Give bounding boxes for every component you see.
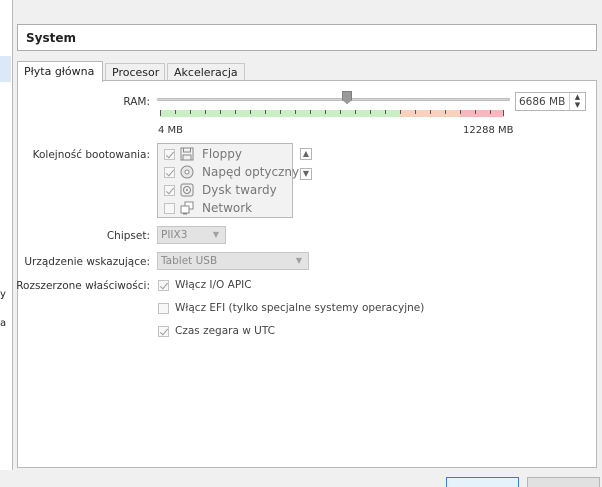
tab-acceleration[interactable]: Akceleracja <box>167 63 245 81</box>
boot-item-harddisk[interactable]: Dysk twardy <box>162 182 292 199</box>
cancel-button[interactable] <box>527 477 600 487</box>
chipset-value: PIIX3 <box>161 229 188 241</box>
page-title: System <box>26 31 76 45</box>
move-down-arrow-icon[interactable]: ▼ <box>300 168 312 180</box>
pointing-device-label: Urządzenie wskazujące: <box>24 256 150 268</box>
chevron-down-icon: ▼ <box>295 256 302 265</box>
boot-item-checkbox[interactable] <box>164 167 175 178</box>
ram-scale-ticks <box>160 110 504 116</box>
boot-item-label: Network <box>202 201 253 215</box>
ram-value: 6686 MB <box>519 96 566 108</box>
tab-motherboard[interactable]: Płyta główna <box>17 61 103 82</box>
settings-nav-fragment: a <box>0 318 7 329</box>
extended-features-label: Rozszerzone właściwości: <box>16 280 150 292</box>
boot-item-checkbox[interactable] <box>164 149 175 160</box>
ok-button[interactable] <box>446 477 519 487</box>
optical-drive-icon <box>180 165 194 179</box>
move-up-arrow-icon[interactable]: ▲ <box>300 148 312 160</box>
boot-item-network[interactable]: Network <box>162 200 292 217</box>
ram-slider-track[interactable] <box>157 98 510 101</box>
boot-item-label: Dysk twardy <box>202 183 277 197</box>
boot-item-checkbox[interactable] <box>164 185 175 196</box>
tab-page-motherboard <box>17 80 597 468</box>
chevron-down-icon: ▼ <box>212 230 219 239</box>
boot-item-label: Floppy <box>202 147 242 161</box>
io-apic-label[interactable]: Włącz I/O APIC <box>175 279 252 291</box>
tab-label: Akceleracja <box>174 66 238 79</box>
utc-clock-label[interactable]: Czas zegara w UTC <box>175 325 275 337</box>
tab-label: Płyta główna <box>24 65 95 78</box>
boot-order-label: Kolejność bootowania: <box>32 149 150 161</box>
efi-label[interactable]: Włącz EFI (tylko specjalne systemy opera… <box>175 302 424 314</box>
pointing-device-select[interactable]: Tablet USB ▼ <box>157 252 309 270</box>
ram-label: RAM: <box>123 96 150 108</box>
io-apic-checkbox[interactable] <box>158 280 169 291</box>
ram-min-label: 4 MB <box>158 125 184 136</box>
ram-value-spinbox[interactable]: 6686 MB ▲ ▼ <box>515 92 586 111</box>
utc-clock-checkbox[interactable] <box>158 326 169 337</box>
chipset-label: Chipset: <box>106 230 150 242</box>
network-icon <box>180 201 194 215</box>
tab-processor[interactable]: Procesor <box>105 63 165 81</box>
ram-max-label: 12288 MB <box>463 125 514 136</box>
efi-checkbox[interactable] <box>158 303 169 314</box>
boot-order-list[interactable]: Floppy Napęd optyczny Dysk twardy Networ… <box>157 143 299 218</box>
boot-item-label: Napęd optyczny <box>202 165 300 179</box>
boot-item-floppy[interactable]: Floppy <box>162 146 292 163</box>
section-header: System <box>17 24 597 51</box>
boot-item-checkbox[interactable] <box>164 203 175 214</box>
pointing-device-value: Tablet USB <box>161 255 218 267</box>
spin-arrows-icon[interactable]: ▲ ▼ <box>569 93 585 110</box>
hard-disk-icon <box>180 183 194 197</box>
tab-label: Procesor <box>112 66 160 79</box>
floppy-icon <box>180 147 194 161</box>
boot-item-optical[interactable]: Napęd optyczny <box>162 164 299 181</box>
settings-nav-selected-item[interactable] <box>0 56 11 82</box>
chipset-select[interactable]: PIIX3 ▼ <box>157 226 226 244</box>
